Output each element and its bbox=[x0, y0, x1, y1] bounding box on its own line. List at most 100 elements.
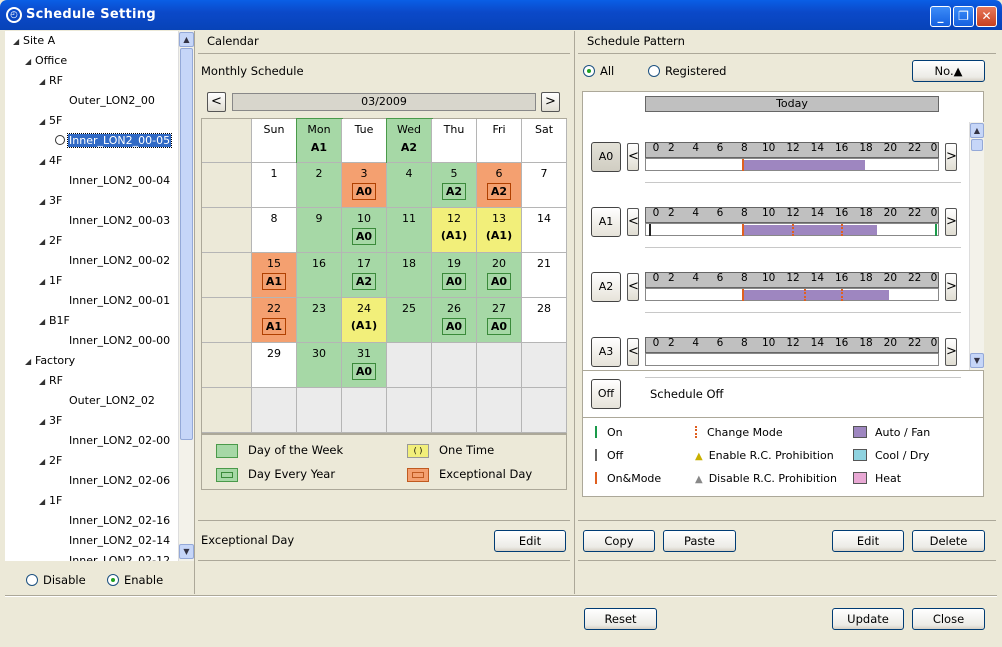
scroll-thumb[interactable] bbox=[971, 139, 983, 151]
reset-button[interactable]: Reset bbox=[584, 608, 657, 630]
pattern-timeline[interactable]: 0 2 4 6 8 10 12 14 16 18 20 22 0 bbox=[645, 142, 939, 173]
paste-button[interactable]: Paste bbox=[663, 530, 736, 552]
close-button[interactable]: Close bbox=[912, 608, 985, 630]
weekday-header-mon[interactable]: Mon A1 bbox=[296, 118, 343, 164]
pattern-row[interactable]: A3 < >0 2 4 6 8 10 12 14 16 18 20 22 0 bbox=[583, 331, 968, 391]
day-cell[interactable]: 13 (A1) bbox=[477, 208, 522, 253]
calendar-grid[interactable]: Sun Mon A1 Tue Wed A2 Thu Fri Sat 1 2 3 A0 4 5 A2 6 A2 7 8 9… bbox=[201, 118, 567, 434]
day-cell[interactable]: 22 A1 bbox=[252, 298, 297, 343]
expand-triangle-icon[interactable]: ◢ bbox=[39, 494, 49, 510]
pattern-edit-button[interactable]: Edit bbox=[832, 530, 904, 552]
exceptional-edit-button[interactable]: Edit bbox=[494, 530, 566, 552]
scroll-thumb[interactable] bbox=[180, 48, 193, 440]
pattern-button-a1[interactable]: A1 bbox=[591, 207, 621, 237]
tree-node[interactable]: Inner_LON2_02-14 bbox=[69, 533, 170, 549]
day-cell[interactable]: 3 A0 bbox=[342, 163, 387, 208]
copy-button[interactable]: Copy bbox=[583, 530, 655, 552]
weekday-header-sun[interactable]: Sun bbox=[252, 119, 297, 163]
timeline-right-button[interactable]: > bbox=[945, 338, 957, 366]
timeline-left-button[interactable]: < bbox=[627, 143, 639, 171]
scroll-down-icon[interactable]: ▼ bbox=[179, 544, 194, 559]
expand-triangle-icon[interactable]: ◢ bbox=[39, 194, 49, 210]
filter-all-radio[interactable]: All bbox=[583, 64, 614, 78]
schedule-off-button[interactable]: Off bbox=[591, 379, 621, 409]
tree-node[interactable]: ◢ Office bbox=[25, 53, 67, 69]
tree-node[interactable]: ◢ Site A bbox=[13, 33, 55, 49]
expand-triangle-icon[interactable]: ◢ bbox=[39, 374, 49, 390]
filter-registered-radio[interactable]: Registered bbox=[648, 64, 726, 78]
expand-triangle-icon[interactable]: ◢ bbox=[39, 274, 49, 290]
timeline-left-button[interactable]: < bbox=[627, 338, 639, 366]
day-cell[interactable]: 16 bbox=[297, 253, 342, 298]
pattern-row[interactable]: A2 < >0 2 4 6 8 10 12 14 16 18 20 22 0 bbox=[583, 266, 968, 326]
expand-triangle-icon[interactable]: ◢ bbox=[39, 154, 49, 170]
tree-node[interactable]: Inner_LON2_02-00 bbox=[69, 433, 170, 449]
timeline-right-button[interactable]: > bbox=[945, 208, 957, 236]
tree-node[interactable]: ◢ B1F bbox=[39, 313, 70, 329]
day-cell[interactable]: 24 (A1) bbox=[342, 298, 387, 343]
expand-triangle-icon[interactable]: ◢ bbox=[25, 54, 35, 70]
tree-node[interactable]: Outer_LON2_00 bbox=[69, 93, 155, 109]
pattern-timeline[interactable]: 0 2 4 6 8 10 12 14 16 18 20 22 0 bbox=[645, 337, 939, 368]
tree-node[interactable]: Outer_LON2_02 bbox=[69, 393, 155, 409]
pattern-button-a3[interactable]: A3 bbox=[591, 337, 621, 367]
tree-node[interactable]: ◢ 1F bbox=[39, 273, 62, 289]
day-cell[interactable]: 12 (A1) bbox=[432, 208, 477, 253]
pattern-timeline[interactable]: 0 2 4 6 8 10 12 14 16 18 20 22 0 bbox=[645, 207, 939, 238]
tree-node[interactable]: Inner_LON2_00-01 bbox=[69, 293, 170, 309]
tree-node[interactable]: ◢ 3F bbox=[39, 193, 62, 209]
tree-node[interactable]: ◢ Factory bbox=[25, 353, 75, 369]
next-month-button[interactable]: > bbox=[541, 92, 560, 112]
day-cell[interactable]: 7 bbox=[522, 163, 567, 208]
day-cell[interactable]: 2 bbox=[297, 163, 342, 208]
tree-node[interactable]: Inner_LON2_02-06 bbox=[69, 473, 170, 489]
day-cell[interactable]: 17 A2 bbox=[342, 253, 387, 298]
day-cell[interactable]: 25 bbox=[387, 298, 432, 343]
expand-triangle-icon[interactable]: ◢ bbox=[39, 234, 49, 250]
maximize-button[interactable]: ❐ bbox=[953, 6, 974, 27]
expand-triangle-icon[interactable]: ◢ bbox=[39, 114, 49, 130]
timeline-right-button[interactable]: > bbox=[945, 273, 957, 301]
day-cell[interactable]: 19 A0 bbox=[432, 253, 477, 298]
day-cell[interactable]: 6 A2 bbox=[477, 163, 522, 208]
weekday-header-tue[interactable]: Tue bbox=[342, 119, 387, 163]
tree-node[interactable]: ◢ 3F bbox=[39, 413, 62, 429]
tree-node[interactable]: Inner_LON2_00-05 bbox=[55, 133, 173, 149]
tree-scrollbar[interactable]: ▲ ▼ bbox=[178, 31, 194, 561]
tree-node[interactable]: Inner_LON2_02-12 bbox=[69, 553, 170, 561]
expand-triangle-icon[interactable]: ◢ bbox=[39, 454, 49, 470]
expand-triangle-icon[interactable]: ◢ bbox=[39, 314, 49, 330]
pattern-row[interactable]: A1 < >0 2 4 6 8 10 12 14 16 18 20 22 0 bbox=[583, 201, 968, 261]
enable-radio[interactable]: Enable bbox=[107, 573, 163, 587]
tree-node[interactable]: Inner_LON2_00-02 bbox=[69, 253, 170, 269]
expand-triangle-icon[interactable]: ◢ bbox=[39, 414, 49, 430]
day-cell[interactable]: 5 A2 bbox=[432, 163, 477, 208]
tree-node[interactable]: Inner_LON2_00-00 bbox=[69, 333, 170, 349]
day-cell[interactable]: 20 A0 bbox=[477, 253, 522, 298]
pattern-list[interactable]: Today A0 < >0 2 4 6 8 10 12 14 16 18 20 22 0 A1 < >0 2 4 6 8 1… bbox=[582, 91, 984, 497]
day-cell[interactable]: 21 bbox=[522, 253, 567, 298]
day-cell[interactable]: 23 bbox=[297, 298, 342, 343]
day-cell[interactable]: 27 A0 bbox=[477, 298, 522, 343]
disable-radio[interactable]: Disable bbox=[26, 573, 86, 587]
tree-node[interactable]: Inner_LON2_00-03 bbox=[69, 213, 170, 229]
delete-button[interactable]: Delete bbox=[912, 530, 985, 552]
tree-node[interactable]: Inner_LON2_00-04 bbox=[69, 173, 170, 189]
scroll-up-icon[interactable]: ▲ bbox=[179, 32, 194, 47]
timeline-left-button[interactable]: < bbox=[627, 208, 639, 236]
expand-triangle-icon[interactable]: ◢ bbox=[13, 34, 23, 50]
pattern-button-a0[interactable]: A0 bbox=[591, 142, 621, 172]
day-cell[interactable]: 10 A0 bbox=[342, 208, 387, 253]
day-cell[interactable]: 9 bbox=[297, 208, 342, 253]
tree-node[interactable]: ◢ 4F bbox=[39, 153, 62, 169]
site-tree[interactable]: ◢ Site A ◢ Office ◢ RF Outer_LON2_00 ◢ 5F Inner_L… bbox=[5, 31, 178, 561]
update-button[interactable]: Update bbox=[832, 608, 904, 630]
tree-node[interactable]: ◢ 5F bbox=[39, 113, 62, 129]
weekday-header-wed[interactable]: Wed A2 bbox=[386, 118, 433, 164]
day-cell[interactable]: 31 A0 bbox=[342, 343, 387, 388]
weekday-header-thu[interactable]: Thu bbox=[432, 119, 477, 163]
prev-month-button[interactable]: < bbox=[207, 92, 226, 112]
timeline-left-button[interactable]: < bbox=[627, 273, 639, 301]
timeline-right-button[interactable]: > bbox=[945, 143, 957, 171]
tree-node[interactable]: ◢ RF bbox=[39, 373, 63, 389]
